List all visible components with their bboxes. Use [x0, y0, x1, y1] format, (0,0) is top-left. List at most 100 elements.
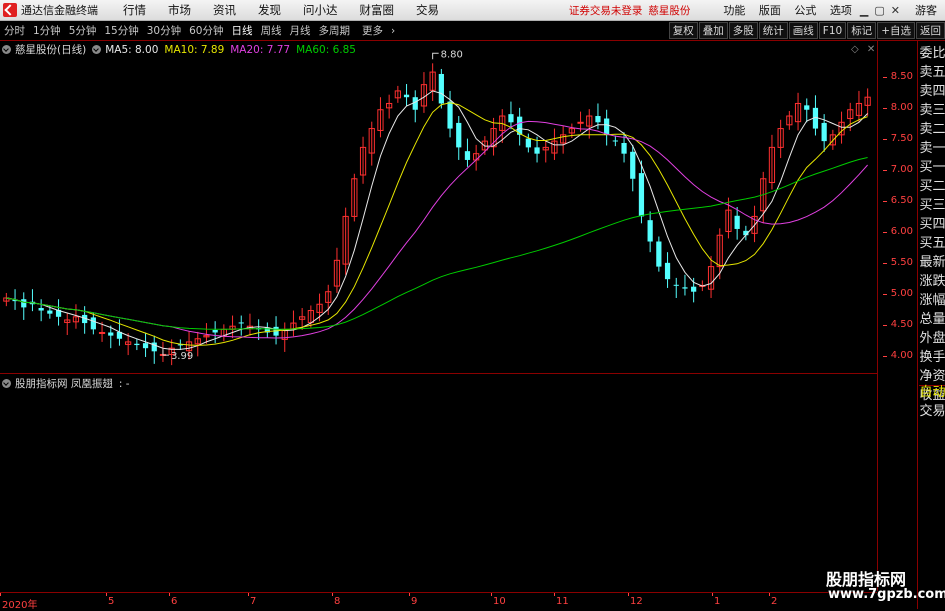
- side-item[interactable]: 涨跌: [919, 273, 945, 291]
- menu-market[interactable]: 市场: [168, 2, 191, 18]
- price-tick: 5.50: [882, 257, 913, 268]
- time-tick: 8: [331, 593, 341, 607]
- back-button[interactable]: 返回: [916, 22, 945, 39]
- period-60min[interactable]: 60分钟: [189, 23, 223, 38]
- candle-body: [447, 101, 453, 129]
- chevron-down-icon[interactable]: [2, 45, 11, 54]
- period-1min[interactable]: 1分钟: [33, 23, 61, 38]
- side-item[interactable]: 卖四: [919, 83, 945, 101]
- adjust-button[interactable]: 复权: [668, 22, 698, 39]
- chevron-down-icon[interactable]: [2, 379, 11, 388]
- chart-window-controls: ◇ ✕: [846, 44, 875, 55]
- candle-body: [691, 286, 697, 292]
- candle-body: [577, 121, 584, 124]
- side-item[interactable]: 委比: [919, 45, 945, 63]
- price-tick: 8.50: [882, 71, 913, 82]
- draw-line-button[interactable]: 画线: [788, 22, 818, 39]
- period-15min[interactable]: 15分钟: [104, 23, 138, 38]
- candle-body: [656, 241, 662, 267]
- side-item[interactable]: 买四: [919, 216, 945, 234]
- ma10-label: MA10: 7.89: [164, 43, 225, 56]
- quote-side-panel: 委比 卖五 卖四 卖三 卖二 卖一 买一 买二 买三 买四 买五 最新 涨跌 涨…: [917, 41, 945, 609]
- period-more-label: 更多: [362, 25, 383, 37]
- app-title: 通达信金融终端: [21, 4, 98, 17]
- indicator-title: 股朋指标网 凤凰振翅: [15, 378, 113, 390]
- candlestick-chart[interactable]: 8.80 3.99: [0, 41, 877, 373]
- ma60-label: MA60: 6.85: [296, 43, 356, 56]
- side-item[interactable]: 总量: [919, 311, 945, 329]
- close-chart-icon[interactable]: ✕: [867, 44, 875, 55]
- overlay-button[interactable]: 叠加: [698, 22, 728, 39]
- side-item[interactable]: 涨幅: [919, 292, 945, 310]
- menu-ask-assistant[interactable]: 问小达: [303, 2, 338, 18]
- statistics-button[interactable]: 统计: [758, 22, 788, 39]
- minimize-icon[interactable]: ▁: [860, 4, 868, 17]
- side-item[interactable]: 卖三: [919, 102, 945, 120]
- close-icon[interactable]: ✕: [891, 4, 900, 17]
- side-item[interactable]: 卖五: [919, 64, 945, 82]
- period-monthly[interactable]: 月线: [290, 23, 311, 38]
- side-trade-button[interactable]: 交易: [919, 403, 945, 421]
- menu-formula[interactable]: 公式: [794, 4, 816, 17]
- period-30min[interactable]: 30分钟: [147, 23, 181, 38]
- menu-market-quotes[interactable]: 行情: [123, 2, 146, 18]
- side-item[interactable]: 最新: [919, 254, 945, 272]
- candle-body: [821, 122, 827, 142]
- menu-function[interactable]: 功能: [723, 4, 745, 17]
- candle-body: [621, 143, 627, 154]
- multi-stock-button[interactable]: 多股: [728, 22, 758, 39]
- candle-body: [98, 331, 106, 334]
- period-daily[interactable]: 日线: [232, 23, 253, 38]
- menu-options[interactable]: 选项: [830, 4, 852, 17]
- period-intraday[interactable]: 分时: [4, 23, 25, 38]
- right-menu: 功能 版面 公式 选项: [718, 2, 857, 18]
- side-item[interactable]: 外盘: [919, 330, 945, 348]
- side-item[interactable]: 买二: [919, 178, 945, 196]
- side-item[interactable]: 买三: [919, 197, 945, 215]
- diamond-icon[interactable]: ◇: [851, 44, 859, 55]
- price-axis: 8.50 8.00 7.50 7.00 6.50 6.00 5.50 5.00 …: [877, 41, 917, 591]
- menu-trade[interactable]: 交易: [416, 2, 439, 18]
- chevron-down-icon[interactable]: [92, 45, 102, 54]
- price-tick: 6.00: [882, 226, 913, 237]
- period-tabs: 分时 1分钟 5分钟 15分钟 30分钟 60分钟 日线 周线 月线 多周期 更…: [0, 23, 403, 38]
- side-item[interactable]: 买一: [919, 159, 945, 177]
- menu-wealth-circle[interactable]: 财富圈: [360, 2, 395, 18]
- add-watchlist-button[interactable]: +自选: [877, 22, 915, 39]
- current-stock-name: 慈星股份: [648, 4, 691, 17]
- menu-layout[interactable]: 版面: [759, 4, 781, 17]
- time-tick: 11: [554, 593, 569, 607]
- main-chart-legend: 慈星股份(日线) MA5: 8.00 MA10: 7.89 MA20: 7.77…: [2, 42, 362, 57]
- guest-user[interactable]: 游客: [915, 2, 937, 18]
- price-tick: 4.00: [882, 350, 913, 361]
- side-item[interactable]: 卖二: [919, 121, 945, 139]
- candle-body: [630, 151, 636, 179]
- candle-body: [464, 151, 471, 160]
- candle-body: [638, 173, 645, 217]
- side-item[interactable]: 换手: [919, 349, 945, 367]
- candle-body: [534, 147, 540, 154]
- side-item[interactable]: 买五: [919, 235, 945, 253]
- candle-body: [134, 343, 140, 346]
- period-more[interactable]: 更多 ›: [358, 23, 399, 38]
- period-multi[interactable]: 多周期: [319, 23, 351, 38]
- period-weekly[interactable]: 周线: [261, 23, 282, 38]
- candle-body: [238, 322, 244, 324]
- trade-login-notice[interactable]: 证券交易未登录: [569, 3, 643, 18]
- candle-body: [21, 299, 27, 308]
- ma5-label: MA5: 8.00: [105, 43, 159, 56]
- candle-body: [734, 215, 740, 229]
- side-auto-button[interactable]: 自动: [919, 384, 945, 402]
- price-tick: 4.50: [882, 319, 913, 330]
- menu-discover[interactable]: 发现: [258, 2, 281, 18]
- chevron-right-icon: ›: [391, 25, 396, 37]
- chart-divider[interactable]: [0, 373, 877, 374]
- side-item[interactable]: 卖一: [919, 140, 945, 158]
- menu-news[interactable]: 资讯: [213, 2, 236, 18]
- maximize-icon[interactable]: ▢: [874, 4, 884, 17]
- mark-button[interactable]: 标记: [847, 22, 877, 39]
- price-tick: 8.00: [882, 102, 913, 113]
- period-5min[interactable]: 5分钟: [69, 23, 97, 38]
- price-tick: 5.00: [882, 288, 913, 299]
- f10-button[interactable]: F10: [818, 22, 847, 39]
